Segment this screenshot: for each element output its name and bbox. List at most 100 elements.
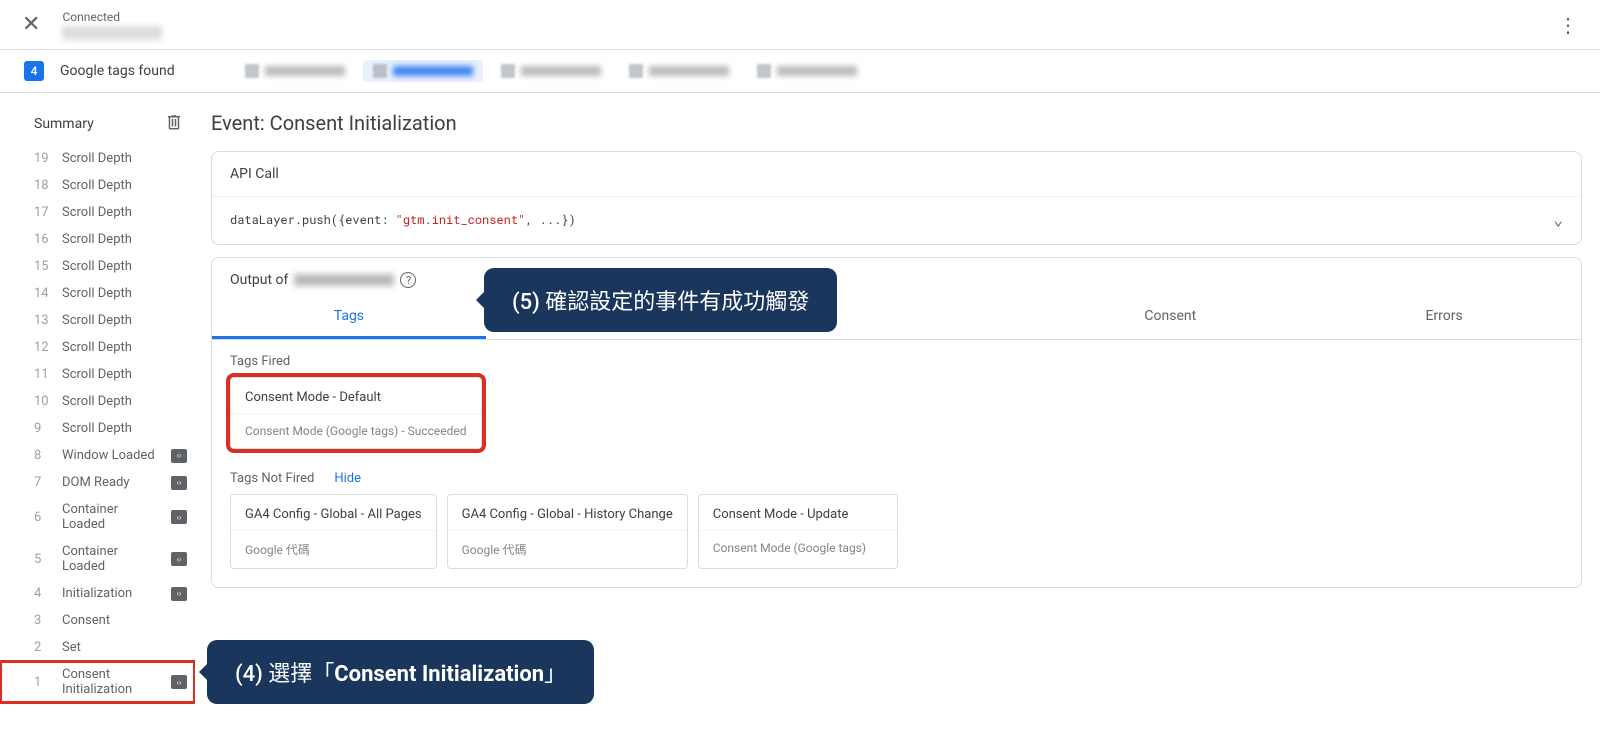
sidebar-event-item[interactable]: 2 Set <box>0 634 195 661</box>
help-icon[interactable]: ? <box>400 272 416 288</box>
code-badge-icon: ‹› <box>171 476 187 490</box>
sidebar-event-item[interactable]: 3 Consent <box>0 607 195 634</box>
connected-domain-redacted <box>62 26 162 40</box>
sidebar-event-item[interactable]: 5 Container Loaded ‹› <box>0 538 195 580</box>
found-tag-pill[interactable] <box>235 60 355 82</box>
event-label: Window Loaded <box>62 448 159 463</box>
output-card: Output of ? Tags ConsentErrors Tags Fired… <box>211 257 1582 588</box>
output-tabs: Tags ConsentErrors <box>212 296 1581 340</box>
event-label: DOM Ready <box>62 475 159 490</box>
event-sidebar: Summary 19Scroll Depth18Scroll Depth17Sc… <box>0 93 195 711</box>
sidebar-event-item[interactable]: 6 Container Loaded ‹› <box>0 496 195 538</box>
tag-card-subtitle: Google 代碼 <box>231 530 436 568</box>
output-tab[interactable]: Tags <box>212 296 486 339</box>
found-tags-list <box>235 60 867 82</box>
summary-label[interactable]: Summary <box>34 116 94 132</box>
sidebar-event-item[interactable]: 9 Scroll Depth <box>0 415 195 442</box>
pill-text-redacted <box>393 66 473 76</box>
event-number: 2 <box>34 640 50 655</box>
output-label: Output of <box>230 272 288 288</box>
found-tag-pill[interactable] <box>491 60 611 82</box>
event-number: 18 <box>34 178 50 193</box>
event-label: Scroll Depth <box>62 421 187 436</box>
sidebar-event-item[interactable]: 11Scroll Depth <box>0 361 195 388</box>
sidebar-event-item[interactable]: 19Scroll Depth <box>0 145 195 172</box>
sidebar-event-item[interactable]: 8Window Loaded‹› <box>0 442 195 469</box>
event-number: 6 <box>34 510 50 525</box>
event-label: Scroll Depth <box>62 367 187 382</box>
tag-icon <box>501 64 515 78</box>
annotation-callout-4: (4) 選擇「Consent Initialization」 <box>207 640 594 704</box>
tag-card-subtitle: Consent Mode (Google tags) <box>699 530 897 565</box>
output-tab[interactable]: Errors <box>1307 296 1581 339</box>
code-badge-icon: ‹› <box>171 510 187 524</box>
tag-card[interactable]: Consent Mode - DefaultConsent Mode (Goog… <box>230 377 482 449</box>
found-tag-pill[interactable] <box>747 60 867 82</box>
tag-icon <box>373 64 387 78</box>
api-call-code[interactable]: dataLayer.push({event: "gtm.init_consent… <box>230 209 1563 230</box>
event-number: 7 <box>34 475 50 490</box>
event-label: Scroll Depth <box>62 178 187 193</box>
tags-fired-label: Tags Fired <box>212 340 1581 377</box>
event-number: 5 <box>34 552 50 567</box>
event-label: Scroll Depth <box>62 151 187 166</box>
sidebar-event-item[interactable]: 16Scroll Depth <box>0 226 195 253</box>
event-label: Scroll Depth <box>62 259 187 274</box>
event-label: Scroll Depth <box>62 232 187 247</box>
event-number: 17 <box>34 205 50 220</box>
annotation-callout-5: (5) 確認設定的事件有成功觸發 <box>484 268 837 332</box>
pill-text-redacted <box>521 66 601 76</box>
pill-text-redacted <box>265 66 345 76</box>
sidebar-event-item[interactable]: 18 Scroll Depth <box>0 172 195 199</box>
pill-text-redacted <box>777 66 857 76</box>
sidebar-event-item[interactable]: 7 DOM Ready ‹› <box>0 469 195 496</box>
event-number: 13 <box>34 313 50 328</box>
event-number: 15 <box>34 259 50 274</box>
sidebar-event-item[interactable]: 1Consent Initialization‹› <box>0 661 195 703</box>
sidebar-event-item[interactable]: 17Scroll Depth <box>0 199 195 226</box>
event-label: Consent <box>62 613 187 628</box>
event-number: 1 <box>34 675 50 690</box>
event-label: Set <box>62 640 187 655</box>
output-tab[interactable]: Consent <box>1033 296 1307 339</box>
sidebar-event-item[interactable]: 14Scroll Depth <box>0 280 195 307</box>
event-title: Event: Consent Initialization <box>211 111 1582 135</box>
tags-found-label: Google tags found <box>60 63 175 79</box>
output-container-redacted <box>294 274 394 286</box>
sidebar-event-item[interactable]: 15 Scroll Depth <box>0 253 195 280</box>
found-tag-pill[interactable] <box>363 60 483 82</box>
expand-icon[interactable]: ⌄ <box>1553 209 1563 230</box>
tag-card[interactable]: Consent Mode - UpdateConsent Mode (Googl… <box>698 494 898 569</box>
event-label: Scroll Depth <box>62 313 187 328</box>
tag-card[interactable]: GA4 Config - Global - All PagesGoogle 代碼 <box>230 494 437 569</box>
event-number: 9 <box>34 421 50 436</box>
event-label: Consent Initialization <box>62 667 159 697</box>
tag-card-title: GA4 Config - Global - All Pages <box>231 495 436 530</box>
more-menu-icon[interactable]: ⋮ <box>1548 7 1588 43</box>
tag-icon <box>757 64 771 78</box>
found-tag-pill[interactable] <box>619 60 739 82</box>
event-label: Scroll Depth <box>62 286 187 301</box>
close-icon[interactable]: ✕ <box>12 6 50 43</box>
clear-events-icon[interactable] <box>165 113 183 135</box>
code-badge-icon: ‹› <box>171 552 187 566</box>
tags-not-fired-label: Tags Not Fired <box>230 471 314 486</box>
sidebar-event-item[interactable]: 10Scroll Depth <box>0 388 195 415</box>
sidebar-event-item[interactable]: 4Initialization‹› <box>0 580 195 607</box>
api-call-card: API Call dataLayer.push({event: "gtm.ini… <box>211 151 1582 245</box>
event-label: Container Loaded <box>62 502 159 532</box>
event-label: Container Loaded <box>62 544 159 574</box>
code-badge-icon: ‹› <box>171 449 187 463</box>
event-number: 4 <box>34 586 50 601</box>
tag-card-subtitle: Consent Mode (Google tags) - Succeeded <box>231 413 481 448</box>
sidebar-event-item[interactable]: 13 Scroll Depth <box>0 307 195 334</box>
tag-icon <box>245 64 259 78</box>
content-area: Event: Consent Initialization API Call d… <box>195 93 1600 711</box>
event-number: 3 <box>34 613 50 628</box>
pill-text-redacted <box>649 66 729 76</box>
hide-link[interactable]: Hide <box>334 471 361 486</box>
event-number: 10 <box>34 394 50 409</box>
sidebar-event-item[interactable]: 12Scroll Depth <box>0 334 195 361</box>
tag-card-title: Consent Mode - Default <box>231 378 481 413</box>
tag-card[interactable]: GA4 Config - Global - History ChangeGoog… <box>447 494 688 569</box>
